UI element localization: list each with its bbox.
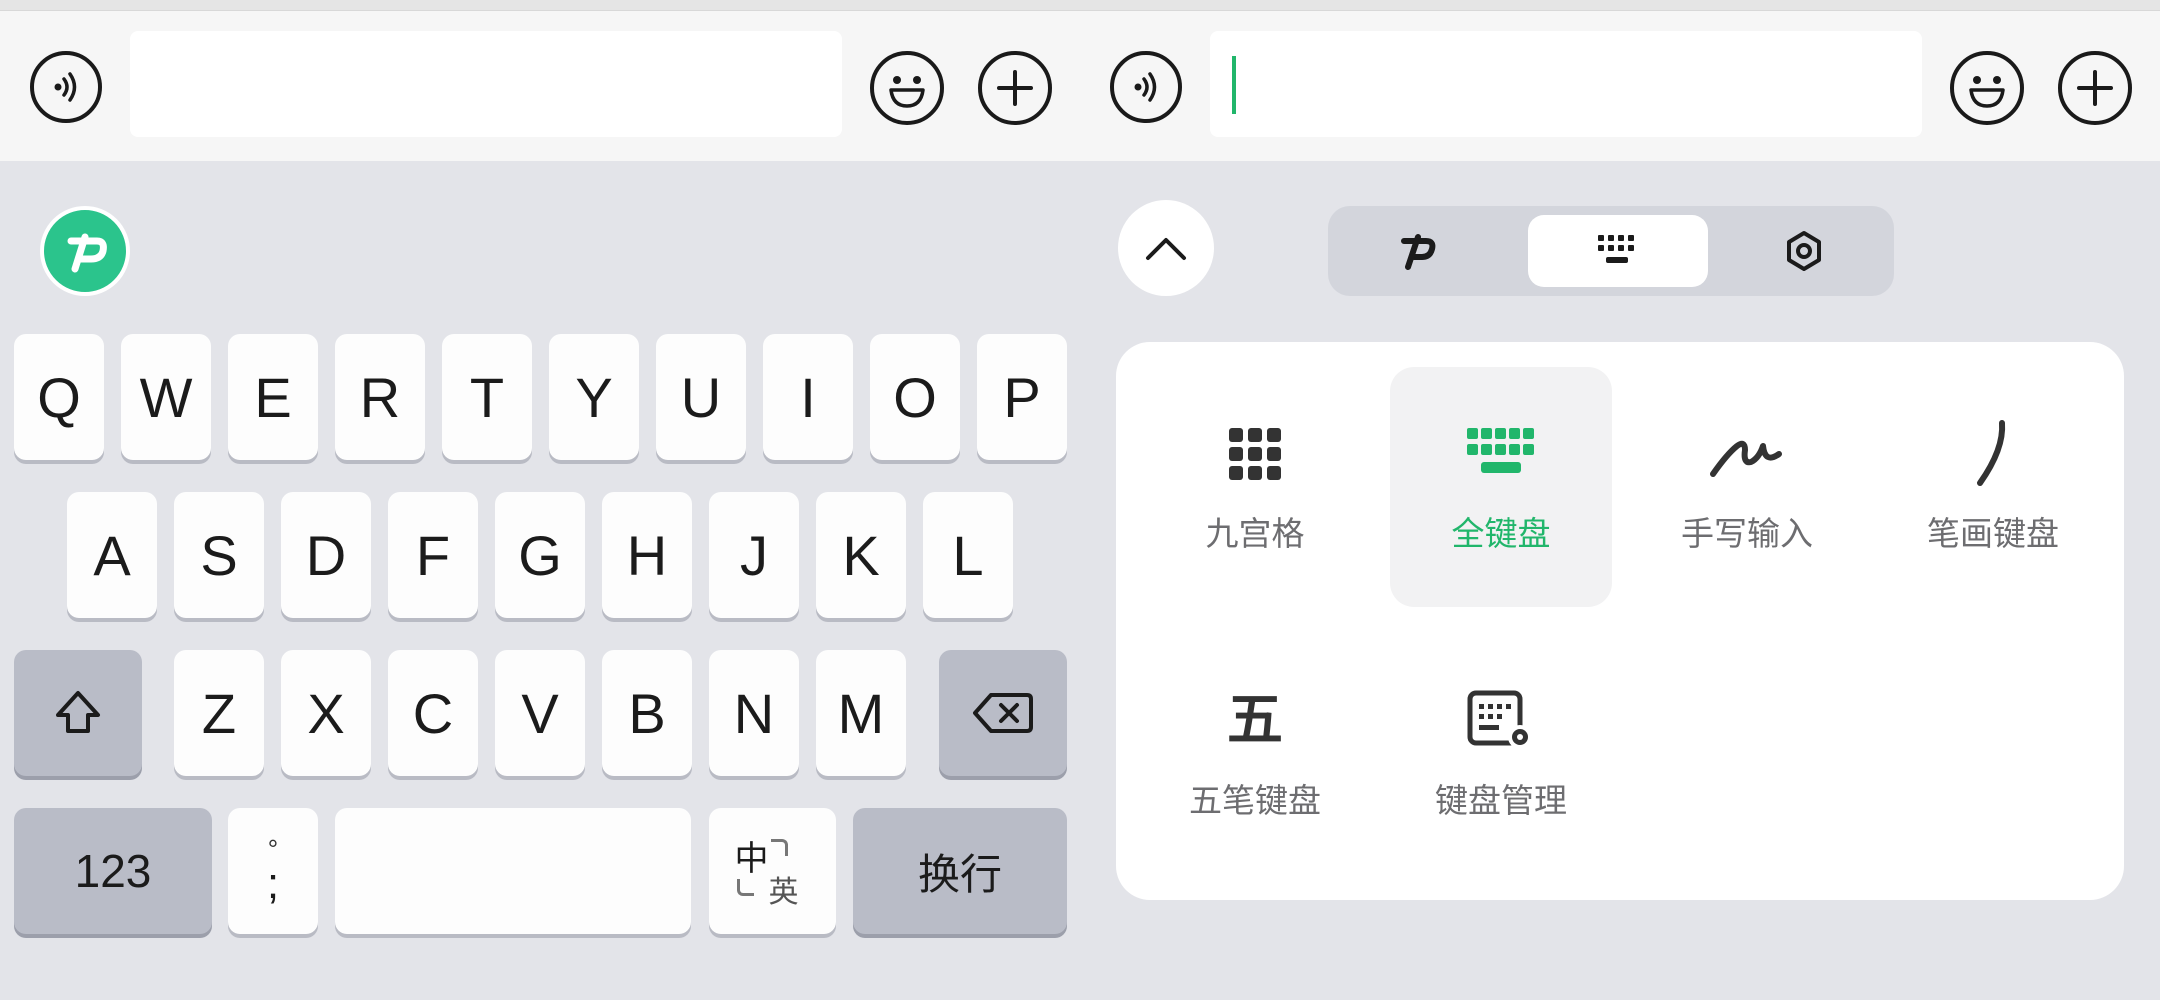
key-n[interactable]: N [709,650,799,776]
voice-icon [1134,72,1157,102]
lang-english-label: 英 [768,876,799,909]
key-d[interactable]: D [281,492,371,618]
key-e[interactable]: E [228,334,318,460]
message-input[interactable] [1210,31,1922,137]
shift-key[interactable] [14,650,142,776]
tab-settings[interactable] [1714,215,1894,287]
layout-label: 键盘管理 [1435,781,1567,820]
lang-bracket-bottom [736,879,754,896]
collapse-button[interactable] [1118,200,1214,296]
logo-icon [1401,234,1436,270]
numbers-key[interactable]: 123 [14,808,212,934]
key-r[interactable]: R [335,334,425,460]
status-strip [0,0,1080,11]
layout-full-keyboard[interactable]: 全键盘 [1390,367,1612,607]
full-keyboard-icon [1467,428,1534,473]
panel-tab-bar [1328,206,1894,296]
emoji-button[interactable] [870,51,944,125]
layout-nine-grid[interactable]: 九宫格 [1144,367,1366,607]
plus-button[interactable] [978,51,1052,125]
text-cursor [1232,56,1236,114]
key-s[interactable]: S [174,492,264,618]
emoji-button[interactable] [1950,51,2024,125]
space-key[interactable] [335,808,691,934]
wubi-icon: 五 [1227,688,1283,753]
keyboard-settings-icon [1467,690,1532,749]
key-h[interactable]: H [602,492,692,618]
voice-button[interactable] [30,51,102,123]
backspace-key[interactable] [939,650,1067,776]
key-i[interactable]: I [763,334,853,460]
emoji-icon [1969,76,2005,108]
shift-icon [56,691,100,733]
key-c[interactable]: C [388,650,478,776]
key-z[interactable]: Z [174,650,264,776]
layout-label: 全键盘 [1451,514,1551,553]
key-k[interactable]: K [816,492,906,618]
layout-handwriting[interactable]: 手写输入 [1636,367,1858,607]
logo-icon [67,233,107,273]
key-v[interactable]: V [495,650,585,776]
keyboard-panel-right: 九宫格 全键盘 手写输入 笔画键盘 五 五笔键盘 键盘管理 [1080,0,2160,1000]
key-w[interactable]: W [121,334,211,460]
tab-logo[interactable] [1328,215,1508,287]
voice-icon [54,72,77,102]
language-switch-key[interactable]: 中 英 [709,808,836,934]
voice-button[interactable] [1110,51,1182,123]
lang-bracket-top [770,839,788,856]
key-y[interactable]: Y [549,334,639,460]
lang-chinese-label: 中 [734,840,769,878]
layout-label: 九宫格 [1205,514,1305,553]
layout-label: 五笔键盘 [1189,781,1321,820]
layout-keyboard-management[interactable]: 键盘管理 [1390,634,1612,874]
message-input[interactable] [130,31,842,137]
layout-label: 手写输入 [1681,514,1813,553]
punctuation-bottom-label: ; [266,859,280,908]
keyboard-icon [1598,235,1634,263]
gear-icon [1787,231,1821,271]
plus-icon [997,70,1033,106]
punctuation-key[interactable]: ° ; [228,808,318,934]
key-b[interactable]: B [602,650,692,776]
key-m[interactable]: M [816,650,906,776]
layout-wubi[interactable]: 五 五笔键盘 [1144,634,1366,874]
key-u[interactable]: U [656,334,746,460]
nine-grid-icon [1229,428,1281,480]
tab-keyboard[interactable] [1528,215,1708,287]
key-l[interactable]: L [923,492,1013,618]
key-t[interactable]: T [442,334,532,460]
plus-icon [2077,70,2113,106]
key-g[interactable]: G [495,492,585,618]
chevron-up-icon [1146,238,1186,260]
layout-stroke[interactable]: 笔画键盘 [1882,367,2104,607]
keyboard-panel-left: Q W E R T Y U I O P A S D F G H J K L Z … [0,0,1080,1000]
stroke-icon [1977,420,2006,486]
key-p[interactable]: P [977,334,1067,460]
input-method-logo[interactable] [40,206,130,296]
key-x[interactable]: X [281,650,371,776]
key-f[interactable]: F [388,492,478,618]
enter-key[interactable]: 换行 [853,808,1067,934]
plus-button[interactable] [2058,51,2132,125]
backspace-icon [973,693,1033,733]
chat-input-bar [0,11,1080,161]
status-strip [1080,0,2160,11]
key-q[interactable]: Q [14,334,104,460]
key-o[interactable]: O [870,334,960,460]
chat-input-bar [1080,11,2160,161]
keyboard-layout-card: 九宫格 全键盘 手写输入 笔画键盘 五 五笔键盘 键盘管理 [1116,342,2124,900]
key-j[interactable]: J [709,492,799,618]
key-a[interactable]: A [67,492,157,618]
layout-label: 笔画键盘 [1927,514,2059,553]
emoji-icon [889,76,925,108]
handwriting-icon [1710,440,1782,477]
